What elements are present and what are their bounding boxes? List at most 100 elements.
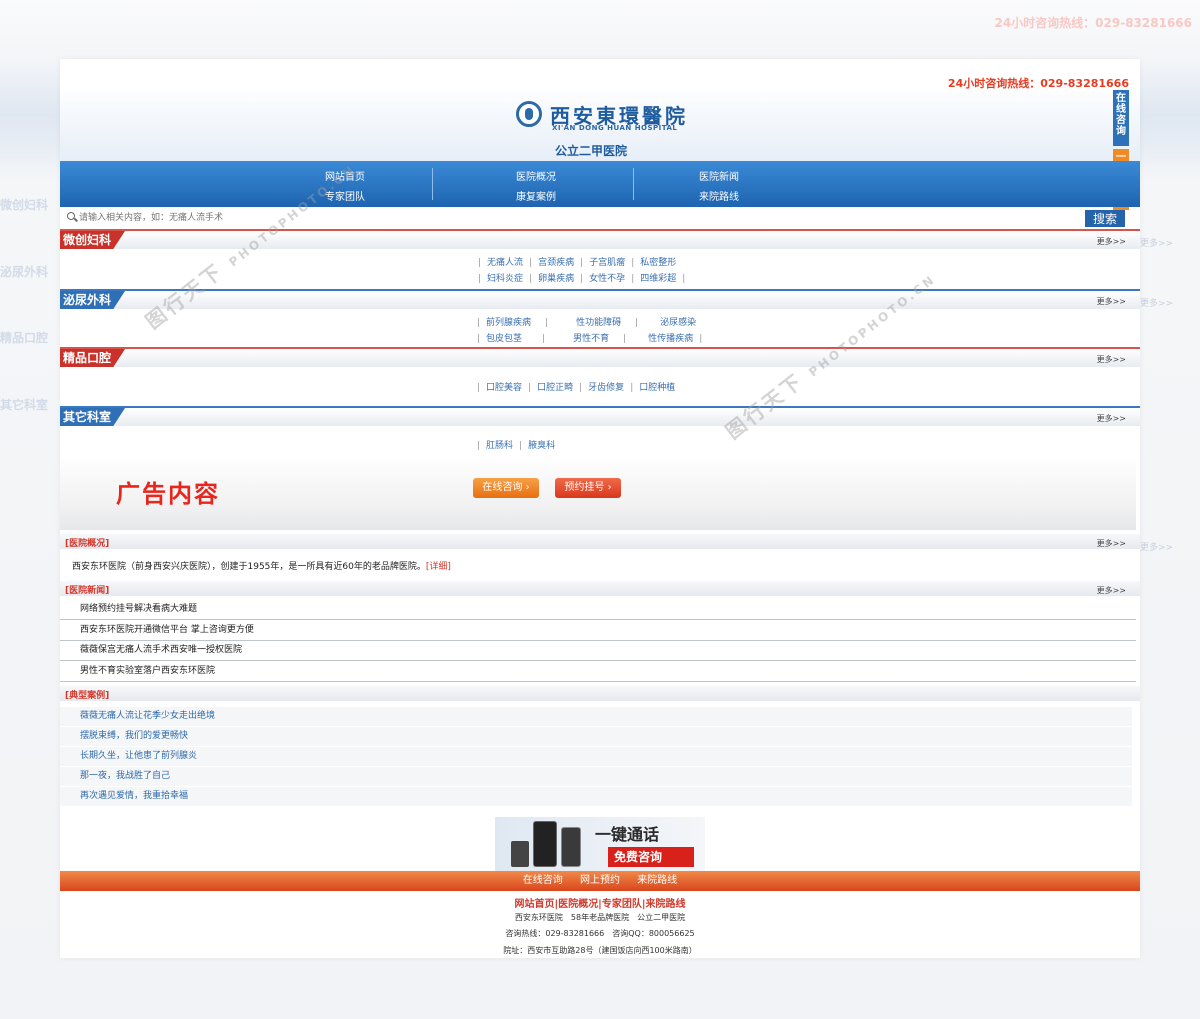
dept-link[interactable]: 子宫肌瘤 bbox=[589, 258, 625, 268]
section-header: 精品口腔 更多>> bbox=[60, 347, 1140, 367]
dept-link[interactable]: 男性不育 bbox=[573, 334, 609, 344]
ghost-more: 更多>> bbox=[1140, 543, 1174, 553]
news-item-label[interactable]: 西安东环医院开通微信平台 掌上咨询更方便 bbox=[80, 625, 254, 635]
dept-link[interactable]: 牙齿修复 bbox=[588, 383, 624, 393]
cases-title: [典型案例] bbox=[65, 691, 110, 701]
more-link[interactable]: 更多>> bbox=[1097, 413, 1126, 424]
call-banner[interactable]: 一键通话 免费咨询 bbox=[495, 817, 705, 871]
online-consult-button[interactable]: 在线咨询 bbox=[1113, 90, 1129, 146]
case-item[interactable]: 再次遇见爱情，我重拾幸福 bbox=[60, 787, 1132, 807]
dept-link[interactable]: 无痛人流 bbox=[487, 258, 523, 268]
news-item-label[interactable]: 网络预约挂号解决看病大难题 bbox=[80, 604, 197, 614]
footer-bar: 在线咨询 网上预约 来院路线 bbox=[60, 871, 1140, 891]
link-row: | 口腔美容 | 口腔正畸 | 牙齿修复 | 口腔种植 bbox=[477, 383, 676, 393]
dept-link[interactable]: 泌尿感染 bbox=[660, 318, 696, 328]
case-item-label[interactable]: 长期久坐，让他患了前列腺炎 bbox=[80, 751, 197, 761]
link-row: | 肛肠科 | 腋臭科 bbox=[477, 441, 556, 451]
ghost-more: 更多>> bbox=[1140, 239, 1174, 249]
footer-route[interactable]: 来院路线 bbox=[637, 875, 677, 886]
case-item[interactable]: 那一夜，我战胜了自己 bbox=[60, 767, 1132, 787]
nav-route[interactable]: 来院路线 bbox=[699, 188, 739, 203]
footer-line: 咨询热线：029-83281666 咨询QQ：800056625 bbox=[505, 929, 695, 938]
search-button[interactable]: 搜索 bbox=[1085, 210, 1125, 227]
ghost-hotline: 24小时咨询热线：029-83281666 bbox=[994, 16, 1192, 30]
phone-icon bbox=[511, 841, 529, 867]
dept-link[interactable]: 性传播疾病 bbox=[648, 334, 693, 344]
dept-link[interactable]: 肛肠科 bbox=[486, 441, 513, 451]
overview-text: 西安东环医院（前身西安兴庆医院），创建于1955年，是一所具有近60年的老品牌医… bbox=[72, 562, 426, 572]
hospital-grade: 公立二甲医院 bbox=[555, 144, 628, 158]
ghost-more: 更多>> bbox=[1140, 299, 1174, 309]
nav-overview[interactable]: 医院概况 bbox=[516, 168, 556, 183]
dept-link[interactable]: 性功能障碍 bbox=[576, 318, 621, 328]
phone-icon bbox=[533, 821, 557, 867]
nav-news[interactable]: 医院新闻 bbox=[699, 168, 739, 183]
search-icon bbox=[67, 212, 75, 220]
search-bar: 搜索 bbox=[60, 207, 1140, 230]
overview-detail-link[interactable]: [详细] bbox=[426, 562, 451, 572]
ad-online-button[interactable]: 在线咨询 › bbox=[473, 478, 539, 498]
dept-link[interactable]: 妇科炎症 bbox=[487, 274, 523, 284]
footer-booking[interactable]: 网上预约 bbox=[580, 875, 620, 886]
main-nav: 网站首页 专家团队 医院概况 康复案例 医院新闻 来院路线 bbox=[60, 161, 1140, 207]
hospital-logo-icon bbox=[516, 101, 542, 127]
nav-home[interactable]: 网站首页 bbox=[325, 168, 365, 183]
banner-title: 一键通话 bbox=[595, 825, 660, 844]
overview-header: [医院概况] 更多>> bbox=[60, 534, 1140, 549]
overview-text-line: 西安东环医院（前身西安兴庆医院），创建于1955年，是一所具有近60年的老品牌医… bbox=[72, 559, 451, 572]
news-item[interactable]: 西安东环医院开通微信平台 掌上咨询更方便 bbox=[60, 621, 1136, 641]
dept-link[interactable]: 私密整形 bbox=[640, 258, 676, 268]
topbar: 24小时咨询热线：029-83281666 bbox=[60, 59, 1140, 90]
footer-online[interactable]: 在线咨询 bbox=[523, 875, 563, 886]
search-input[interactable] bbox=[79, 210, 979, 224]
dept-link[interactable]: 口腔美容 bbox=[486, 383, 522, 393]
dept-link[interactable]: 前列腺疾病 bbox=[486, 318, 531, 328]
dept-link[interactable]: 女性不孕 bbox=[589, 274, 625, 284]
dept-link[interactable]: 口腔种植 bbox=[639, 383, 675, 393]
footer-links[interactable]: 网站首页|医院概况|专家团队|来院路线 bbox=[60, 895, 1140, 910]
link-row: | 无痛人流 | 宫颈疾病 | 子宫肌瘤 | 私密整形 bbox=[478, 258, 677, 268]
free-consult-button[interactable]: 免费咨询 bbox=[608, 847, 694, 867]
ad-booking-button[interactable]: 预约挂号 › bbox=[555, 478, 621, 498]
dept-link[interactable]: 四维彩超 bbox=[640, 274, 676, 284]
overview-title: [医院概况] bbox=[65, 539, 110, 549]
case-item-label[interactable]: 摆脱束缚，我们的爱更畅快 bbox=[80, 731, 188, 741]
more-link[interactable]: 更多>> bbox=[1097, 236, 1126, 247]
more-link[interactable]: 更多>> bbox=[1097, 354, 1126, 365]
link-row: | 前列腺疾病 | 性功能障碍 | 泌尿感染 bbox=[477, 318, 697, 328]
nav-cases[interactable]: 康复案例 bbox=[516, 188, 556, 203]
ad-text: 广告内容 bbox=[116, 479, 220, 508]
dept-link[interactable]: 卵巢疾病 bbox=[538, 274, 574, 284]
case-item-label[interactable]: 薇薇无痛人流让花季少女走出绝境 bbox=[80, 711, 215, 721]
section-title: 精品口腔 bbox=[60, 349, 126, 367]
news-item-label[interactable]: 薇薇保宫无痛人流手术西安唯一授权医院 bbox=[80, 645, 242, 655]
ghost-label: 其它科室 bbox=[0, 398, 49, 412]
page: 24小时咨询热线：029-83281666 西安東環醫院 XI'AN DONG … bbox=[60, 59, 1140, 958]
more-link[interactable]: 更多>> bbox=[1097, 296, 1126, 307]
more-link[interactable]: 更多>> bbox=[1097, 585, 1126, 596]
news-item-label[interactable]: 男性不育实验室落户西安东环医院 bbox=[80, 666, 215, 676]
dept-link[interactable]: 口腔正畸 bbox=[537, 383, 573, 393]
section-header: 泌尿外科 更多>> bbox=[60, 289, 1140, 309]
ad-banner: 广告内容 在线咨询 › 预约挂号 › bbox=[60, 454, 1136, 530]
section-header: 微创妇科 更多>> bbox=[60, 229, 1140, 249]
logo-english: XI'AN DONG HUAN HOSPITAL bbox=[552, 124, 678, 132]
news-item[interactable]: 薇薇保宫无痛人流手术西安唯一授权医院 bbox=[60, 641, 1136, 661]
nav-experts[interactable]: 专家团队 bbox=[325, 188, 365, 203]
case-item-label[interactable]: 再次遇见爱情，我重拾幸福 bbox=[80, 791, 188, 801]
case-item[interactable]: 薇薇无痛人流让花季少女走出绝境 bbox=[60, 707, 1132, 727]
more-link[interactable]: 更多>> bbox=[1097, 538, 1126, 549]
dept-link[interactable]: 包皮包茎 bbox=[486, 334, 522, 344]
section-dental: 精品口腔 更多>> | 口腔美容 | 口腔正畸 | 牙齿修复 | 口腔种植 bbox=[60, 347, 1140, 405]
news-title: [医院新闻] bbox=[65, 586, 110, 596]
dept-link[interactable]: 腋臭科 bbox=[528, 441, 555, 451]
section-title: 微创妇科 bbox=[60, 231, 126, 249]
dept-link[interactable]: 宫颈疾病 bbox=[538, 258, 574, 268]
news-item[interactable]: 男性不育实验室落户西安东环医院 bbox=[60, 662, 1136, 682]
ghost-label: 微创妇科 bbox=[0, 198, 49, 212]
case-item[interactable]: 摆脱束缚，我们的爱更畅快 bbox=[60, 727, 1132, 747]
case-item[interactable]: 长期久坐，让他患了前列腺炎 bbox=[60, 747, 1132, 767]
link-row: | 妇科炎症 | 卵巢疾病 | 女性不孕 | 四维彩超 | bbox=[478, 274, 686, 284]
case-item-label[interactable]: 那一夜，我战胜了自己 bbox=[80, 771, 170, 781]
news-item[interactable]: 网络预约挂号解决看病大难题 bbox=[60, 600, 1136, 620]
